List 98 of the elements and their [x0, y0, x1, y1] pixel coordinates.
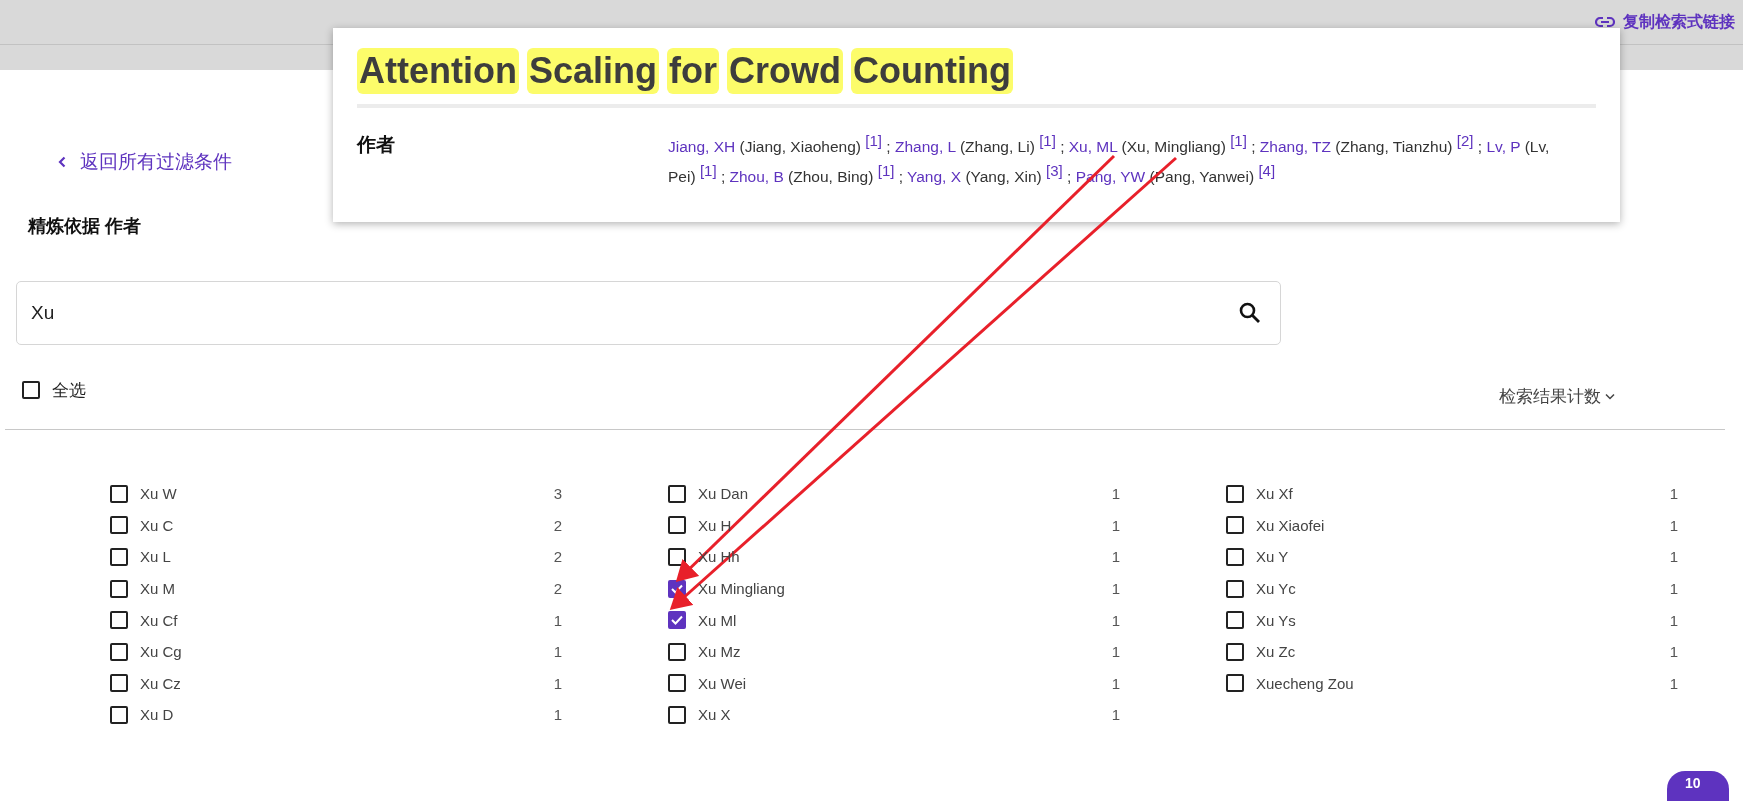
author-name[interactable]: Xu C	[140, 516, 174, 534]
affiliation-link[interactable]: [1]	[1230, 131, 1247, 149]
checkbox[interactable]	[668, 611, 686, 630]
checkbox[interactable]	[668, 642, 686, 661]
checkbox[interactable]	[1226, 579, 1244, 598]
author-name[interactable]: Xu Cg	[140, 643, 182, 661]
checkbox[interactable]	[110, 642, 128, 661]
author-name[interactable]: Xu W	[140, 485, 177, 503]
result-count: 1	[1111, 643, 1120, 661]
result-count: 1	[1111, 485, 1120, 503]
author-name[interactable]: Xu D	[140, 706, 174, 724]
affiliation-link[interactable]: [3]	[1046, 161, 1063, 179]
chevron-left-icon	[58, 156, 66, 168]
author-name[interactable]: Xu Wei	[698, 674, 747, 692]
checkbox[interactable]	[668, 516, 686, 535]
checkbox[interactable]	[110, 579, 128, 598]
author-name[interactable]: Xu Y	[1256, 548, 1289, 566]
section-heading: 精炼依据 作者	[28, 215, 141, 238]
checkbox[interactable]	[1226, 674, 1244, 693]
result-count: 2	[553, 516, 562, 534]
author-name[interactable]: Xu Ml	[698, 611, 737, 629]
checkbox[interactable]	[1226, 516, 1244, 535]
chevron-down-icon	[1605, 392, 1615, 400]
result-count: 1	[1111, 516, 1120, 534]
result-count: 1	[1669, 611, 1678, 629]
affiliation-link[interactable]: [1]	[865, 131, 882, 149]
author-name[interactable]: Xu Mingliang	[698, 580, 785, 598]
result-count: 1	[1669, 548, 1678, 566]
result-count: 1	[553, 674, 562, 692]
author-name[interactable]: Xu Zc	[1256, 643, 1296, 661]
author-link[interactable]: Jiang, XH	[668, 138, 736, 155]
result-count: 1	[1111, 674, 1120, 692]
author-name[interactable]: Xu M	[140, 580, 175, 598]
checkbox[interactable]	[22, 381, 40, 399]
checkbox[interactable]	[1226, 611, 1244, 630]
author-link[interactable]: Zhang, L	[894, 138, 956, 155]
author-link[interactable]: Zhang, TZ	[1259, 138, 1331, 155]
checkbox[interactable]	[668, 674, 686, 693]
check-icon	[671, 615, 683, 626]
result-count: 2	[553, 580, 562, 598]
sort-dropdown[interactable]: 检索结果计数	[1499, 384, 1615, 408]
search-icon[interactable]	[1239, 302, 1261, 324]
author-name[interactable]: Xu L	[140, 548, 171, 566]
result-count: 1	[1111, 706, 1120, 724]
link-icon	[1595, 16, 1615, 28]
checkbox[interactable]	[110, 548, 128, 566]
result-count: 1	[1669, 674, 1678, 692]
search-field[interactable]: Xu	[16, 281, 1281, 345]
author-link[interactable]: Zhou, B	[729, 168, 784, 185]
chat-badge[interactable]: 10	[1667, 771, 1729, 801]
result-count: 1	[553, 611, 562, 629]
copy-link[interactable]: 复制检索式链接	[1595, 11, 1735, 33]
result-count: 1	[1111, 548, 1120, 566]
result-count: 1	[1669, 516, 1678, 534]
checkbox[interactable]	[668, 705, 686, 724]
checkbox[interactable]	[110, 484, 128, 503]
check-icon	[671, 583, 683, 594]
checkbox[interactable]	[110, 516, 128, 535]
author-link[interactable]: Xu, ML	[1068, 138, 1118, 155]
authors-label: 作者	[357, 133, 396, 157]
affiliation-link[interactable]: [4]	[1258, 161, 1276, 179]
checkbox[interactable]	[110, 611, 128, 630]
checkbox[interactable]	[1226, 548, 1244, 566]
author-name[interactable]: Xu H	[698, 516, 732, 534]
author-name[interactable]: Xu Cf	[140, 611, 178, 629]
author-name[interactable]: Xu X	[698, 706, 731, 724]
author-name[interactable]: Xu Xiaofei	[1256, 516, 1325, 534]
checkbox[interactable]	[110, 705, 128, 724]
author-link[interactable]: Yang, X	[907, 168, 962, 185]
affiliation-link[interactable]: [1]	[1039, 131, 1056, 149]
result-count: 1	[553, 706, 562, 724]
checkbox[interactable]	[1226, 642, 1244, 661]
result-count: 1	[1669, 643, 1678, 661]
author-link[interactable]: Lv, P	[1486, 138, 1521, 155]
checkbox[interactable]	[668, 548, 686, 566]
select-all-label[interactable]: 全选	[52, 378, 86, 402]
author-name[interactable]: Xu Cz	[140, 674, 181, 692]
affiliation-link[interactable]: [2]	[1456, 131, 1474, 149]
back-link[interactable]: 返回所有过滤条件	[58, 150, 232, 174]
result-count: 1	[553, 643, 562, 661]
author-name[interactable]: Xu Ys	[1256, 611, 1296, 629]
author-name[interactable]: Xu Dan	[698, 485, 749, 503]
author-name[interactable]: Xu Yc	[1256, 580, 1296, 598]
result-count: 1	[1111, 580, 1120, 598]
affiliation-link[interactable]: [1]	[877, 161, 895, 179]
affiliation-link[interactable]: [1]	[699, 161, 717, 179]
author-name[interactable]: Xuecheng Zou	[1256, 674, 1354, 692]
result-count: 3	[553, 485, 562, 503]
checkbox[interactable]	[668, 484, 686, 503]
author-name[interactable]: Xu Xf	[1256, 485, 1293, 503]
author-name[interactable]: Xu Mz	[698, 643, 741, 661]
result-count: 1	[1111, 611, 1120, 629]
checkbox[interactable]	[1226, 484, 1244, 503]
result-count: 2	[553, 548, 562, 566]
result-count: 1	[1669, 580, 1678, 598]
checkbox[interactable]	[110, 674, 128, 693]
result-count: 1	[1669, 485, 1678, 503]
paper-title: Attention Scaling for Crowd Counting	[357, 48, 1596, 108]
